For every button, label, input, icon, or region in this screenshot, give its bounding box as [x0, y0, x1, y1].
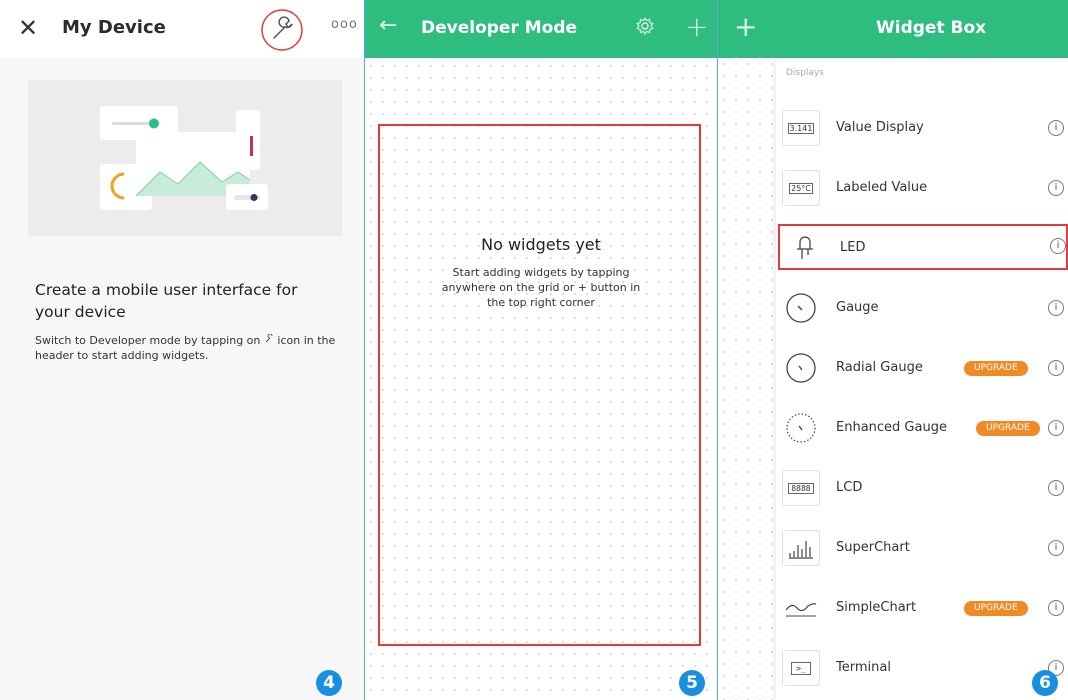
lcd-icon: 8888: [782, 470, 820, 506]
widget-item-led[interactable]: LED i: [778, 224, 1068, 270]
info-icon[interactable]: i: [1048, 600, 1064, 616]
developer-mode-header: ← Developer Mode +: [365, 0, 717, 58]
widget-item-radial-gauge[interactable]: Radial Gauge UPGRADE i: [776, 346, 1068, 392]
info-icon[interactable]: i: [1048, 120, 1064, 136]
upgrade-badge[interactable]: UPGRADE: [964, 361, 1028, 376]
widget-item-enhanced-gauge[interactable]: Enhanced Gauge UPGRADE i: [776, 406, 1068, 452]
info-icon[interactable]: i: [1048, 420, 1064, 436]
info-icon[interactable]: i: [1048, 540, 1064, 556]
widget-item-lcd[interactable]: 8888 LCD i: [776, 466, 1068, 512]
radial-gauge-icon: [782, 350, 820, 386]
add-widget-button[interactable]: +: [685, 10, 708, 43]
info-icon[interactable]: i: [1048, 300, 1064, 316]
widget-label: Gauge: [836, 300, 879, 315]
info-icon[interactable]: i: [1048, 180, 1064, 196]
widget-label: Enhanced Gauge: [836, 420, 947, 435]
widget-label: SimpleChart: [836, 600, 917, 615]
led-icon: [786, 230, 824, 266]
terminal-icon: >_: [782, 650, 820, 686]
terminal-icon-text: >_: [791, 661, 811, 675]
upgrade-badge[interactable]: UPGRADE: [976, 421, 1040, 436]
section-label: Displays: [786, 68, 824, 78]
wrench-icon[interactable]: [260, 8, 304, 52]
widget-item-gauge[interactable]: Gauge i: [776, 286, 1068, 332]
description: Switch to Developer mode by tapping on i…: [35, 333, 340, 363]
gear-icon[interactable]: [635, 16, 655, 40]
page-title: My Device: [62, 17, 166, 38]
close-icon[interactable]: ✕: [18, 14, 38, 42]
upgrade-badge[interactable]: UPGRADE: [964, 601, 1028, 616]
widget-label: LED: [840, 240, 866, 255]
labeled-value-icon: 25°C: [782, 170, 820, 206]
empty-state-description: Start adding widgets by tapping anywhere…: [441, 266, 641, 309]
widget-label: Labeled Value: [836, 180, 928, 195]
widget-item-labeled-value[interactable]: 25°C Labeled Value i: [776, 166, 1068, 212]
gauge-icon: [782, 290, 820, 326]
widget-label: Terminal: [836, 660, 891, 675]
labeled-value-icon-text: 25°C: [789, 182, 813, 194]
developer-mode-panel[interactable]: ← Developer Mode + No widgets yet Start …: [365, 0, 717, 700]
widget-item-value-display[interactable]: 3.141 Value Display i: [776, 106, 1068, 152]
widget-box-header: + Widget Box: [718, 0, 1068, 58]
superchart-icon: [782, 530, 820, 566]
widget-item-terminal[interactable]: >_ Terminal i: [776, 646, 1068, 692]
my-device-panel: ✕ My Device ooo Create a mobile user int…: [0, 0, 364, 700]
widget-list: Displays 3.141 Value Display i 25°C Labe…: [776, 58, 1068, 700]
step-badge: 4: [316, 670, 342, 696]
step-badge: 6: [1032, 670, 1058, 696]
description-text-before: Switch to Developer mode by tapping on: [35, 334, 261, 347]
widget-item-simplechart[interactable]: SimpleChart UPGRADE i: [776, 586, 1068, 632]
widget-item-superchart[interactable]: SuperChart i: [776, 526, 1068, 572]
widget-label: Radial Gauge: [836, 360, 923, 375]
grid-background: [718, 58, 776, 700]
value-display-icon-text: 3.141: [787, 122, 815, 134]
back-arrow-icon[interactable]: ←: [379, 13, 397, 38]
headline: Create a mobile user interface for your …: [35, 281, 298, 321]
info-icon[interactable]: i: [1050, 238, 1066, 254]
my-device-header: ✕ My Device ooo: [0, 0, 364, 58]
page-title: Developer Mode: [421, 18, 578, 38]
enhanced-gauge-icon: [782, 410, 820, 446]
simplechart-icon: [782, 590, 820, 626]
more-options-icon[interactable]: ooo: [331, 17, 358, 32]
info-icon[interactable]: i: [1048, 360, 1064, 376]
empty-state-title: No widgets yet: [481, 235, 601, 254]
device-illustration: [28, 80, 342, 236]
step-badge: 5: [679, 670, 705, 696]
widget-label: Value Display: [836, 120, 924, 135]
page-title: Widget Box: [876, 18, 987, 38]
widget-grid-highlight[interactable]: [378, 124, 701, 646]
info-icon[interactable]: i: [1048, 480, 1064, 496]
add-icon[interactable]: +: [734, 10, 757, 43]
lcd-icon-text: 8888: [788, 482, 814, 494]
wrench-inline-icon: [264, 333, 278, 347]
widget-label: SuperChart: [836, 540, 910, 555]
widget-label: LCD: [836, 480, 863, 495]
widget-box-panel: + Widget Box Displays 3.141 Value Displa…: [718, 0, 1068, 700]
value-display-icon: 3.141: [782, 110, 820, 146]
